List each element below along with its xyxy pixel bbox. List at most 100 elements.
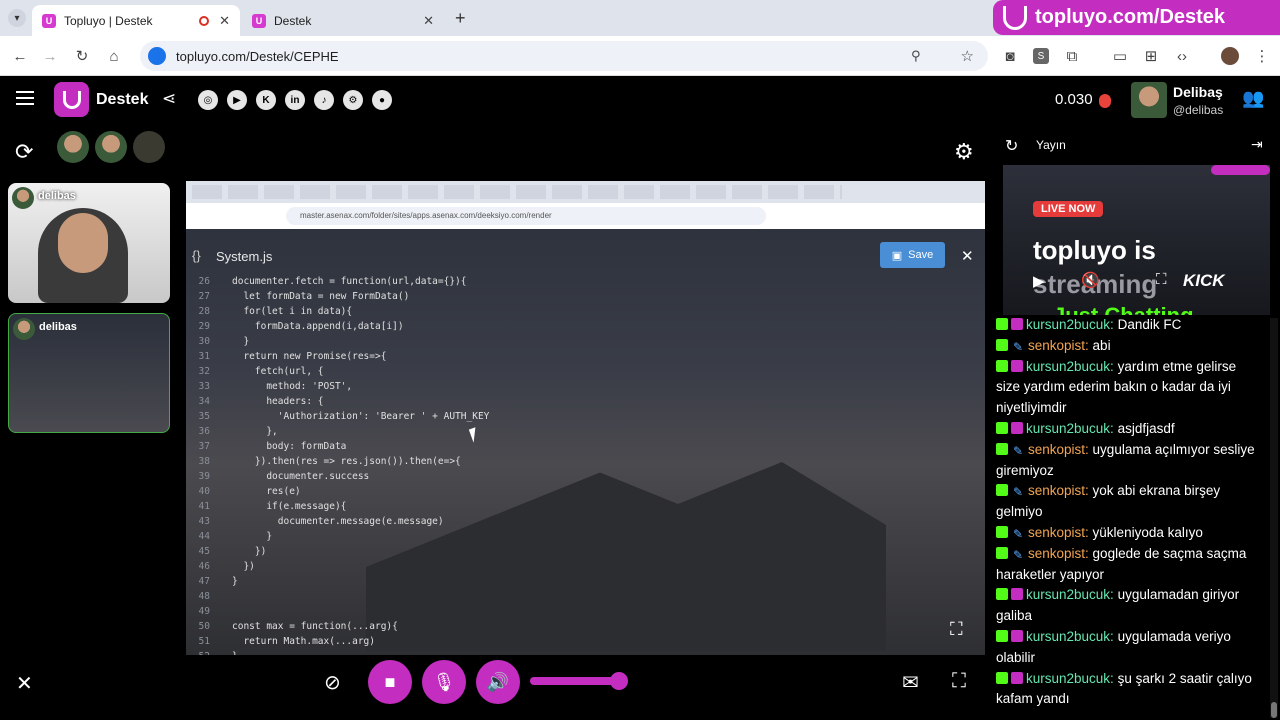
address-bar[interactable]: topluyo.com/Destek/CEPHE ⚲ ☆ xyxy=(140,41,988,71)
chat-message: kursun2bucuk: Dandik FC xyxy=(990,315,1270,336)
speaker-toggle-button[interactable]: 🔊 xyxy=(476,660,520,704)
code-line: method: 'POST', xyxy=(232,381,353,392)
site-info-icon[interactable] xyxy=(148,47,166,65)
devtools-icon[interactable]: ‹› xyxy=(1172,46,1192,66)
home-icon[interactable]: ⌂ xyxy=(104,46,124,66)
chat-username[interactable]: kursun2bucuk: xyxy=(1026,421,1114,436)
close-tab-icon[interactable]: ✕ xyxy=(423,13,434,29)
tab-title: Destek xyxy=(274,13,312,28)
screen-tab-strip xyxy=(192,185,842,199)
tab-groups-icon[interactable]: ⊞ xyxy=(1141,46,1161,66)
mute-icon[interactable]: 🔇 xyxy=(1081,271,1100,289)
tab-topluyo-destek[interactable]: U Topluyo | Destek ✕ xyxy=(32,5,240,36)
extensions-icon[interactable]: ⧉ xyxy=(1062,46,1082,66)
fullscreen-icon[interactable]: ⛶ xyxy=(950,619,963,640)
topluyo-favicon: U xyxy=(252,13,266,28)
close-editor-icon[interactable]: ✕ xyxy=(961,247,974,265)
participant-avatar[interactable] xyxy=(133,131,165,163)
settings-gear-icon[interactable]: ⚙ xyxy=(954,139,974,165)
leave-close-icon[interactable]: ✕ xyxy=(16,671,33,696)
mail-icon[interactable]: ✉ xyxy=(902,670,919,695)
tab-search-icon[interactable]: ▾ xyxy=(8,9,26,27)
code-line: documenter.message(e.message) xyxy=(232,516,444,527)
subscriber-badge-icon xyxy=(1011,629,1023,642)
github-icon[interactable]: ● xyxy=(372,90,392,110)
chat-username[interactable]: kursun2bucuk: xyxy=(1026,671,1114,686)
chat-username[interactable]: senkopist: xyxy=(1028,442,1089,457)
code-editor[interactable]: 26 documenter.fetch = function(url,data={… xyxy=(186,273,928,655)
chat-username[interactable]: kursun2bucuk: xyxy=(1026,359,1114,374)
chat-scrollbar[interactable] xyxy=(1270,318,1278,718)
camera-icon[interactable]: ◙ xyxy=(1000,46,1020,66)
video-camera-icon: ■ xyxy=(384,671,396,692)
chat-username[interactable]: kursun2bucuk: xyxy=(1026,317,1114,332)
scrollbar-thumb[interactable] xyxy=(1271,702,1277,718)
close-tab-icon[interactable]: ✕ xyxy=(219,13,230,29)
video-tile-screen[interactable]: delibas xyxy=(8,313,170,433)
menu-icon[interactable]: ⋮ xyxy=(1252,46,1272,66)
code-line: for(let i in data){ xyxy=(232,306,353,317)
participant-avatar[interactable] xyxy=(95,131,127,163)
line-number: 48 xyxy=(198,591,210,602)
zoom-icon[interactable]: ⚲ xyxy=(911,48,921,64)
stream-preview[interactable]: LIVE NOW topluyo is streaming Just Chatt… xyxy=(1003,165,1270,315)
code-line: } xyxy=(232,576,238,587)
forward-icon[interactable]: → xyxy=(40,46,60,66)
extension-s-icon[interactable]: S xyxy=(1031,46,1051,66)
line-number: 29 xyxy=(198,321,210,332)
tiktok-icon[interactable]: ♪ xyxy=(314,90,334,110)
line-number: 27 xyxy=(198,291,210,302)
bookmark-star-icon[interactable]: ☆ xyxy=(961,47,974,65)
panel-collapse-icon[interactable]: ⇥ xyxy=(1251,136,1263,153)
chat-username[interactable]: kursun2bucuk: xyxy=(1026,587,1114,602)
tile-avatar xyxy=(12,187,34,209)
chat-username[interactable]: kursun2bucuk: xyxy=(1026,629,1114,644)
refresh-icon[interactable]: ⟳ xyxy=(15,139,33,165)
screen-share-off-icon[interactable]: ⊘ xyxy=(324,670,341,695)
video-tile-camera[interactable]: delibas xyxy=(8,183,170,303)
chat-username[interactable]: senkopist: xyxy=(1028,546,1089,561)
reading-list-icon[interactable]: ▭ xyxy=(1110,46,1130,66)
chat-username[interactable]: senkopist: xyxy=(1028,338,1089,353)
chat-message: kursun2bucuk: asjdfjasdf xyxy=(990,419,1270,440)
reload-icon[interactable]: ↻ xyxy=(72,46,92,66)
line-number: 36 xyxy=(198,426,210,437)
new-tab-icon[interactable]: + xyxy=(455,8,466,29)
participant-avatar[interactable] xyxy=(57,131,89,163)
instagram-icon[interactable]: ◎ xyxy=(198,90,218,110)
preview-fullscreen-icon[interactable]: ⛶ xyxy=(1156,271,1167,288)
screen-browser-tabs xyxy=(186,181,985,203)
linkedin-icon[interactable]: in xyxy=(285,90,305,110)
steam-icon[interactable]: ⚙ xyxy=(343,90,363,110)
hamburger-menu-icon[interactable] xyxy=(16,91,34,105)
profile-avatar[interactable] xyxy=(1220,46,1240,66)
moderator-badge-icon: ✎ xyxy=(1012,339,1024,354)
youtube-icon[interactable]: ▶ xyxy=(227,90,247,110)
preview-banner xyxy=(1211,165,1270,175)
users-icon[interactable]: 👥 xyxy=(1242,88,1264,109)
shared-screen[interactable]: master.asenax.com/folder/sites/apps.asen… xyxy=(186,181,985,655)
code-line: return Math.max(...arg) xyxy=(232,636,375,647)
fullscreen-icon[interactable]: ⛶ xyxy=(952,670,966,693)
user-avatar[interactable] xyxy=(1131,82,1167,118)
chat-username[interactable]: senkopist: xyxy=(1028,483,1089,498)
chat-message: kursun2bucuk: uygulamada veriyo olabilir xyxy=(990,627,1270,669)
camera-toggle-button[interactable]: ■ xyxy=(368,660,412,704)
volume-knob[interactable] xyxy=(610,672,629,690)
volume-slider[interactable] xyxy=(530,672,629,690)
line-number: 46 xyxy=(198,561,210,572)
chat-message: kursun2bucuk: şu şarkı 2 saatir çalıyo k… xyxy=(990,669,1270,711)
microphone-toggle-button[interactable]: 🎙 xyxy=(422,660,466,704)
share-icon[interactable]: ⋖ xyxy=(162,89,176,109)
editor-filename: System.js xyxy=(216,249,273,264)
kick-icon[interactable]: K xyxy=(256,90,276,110)
save-label: Save xyxy=(908,249,934,261)
app-logo[interactable] xyxy=(54,82,89,117)
play-icon[interactable]: ▶ xyxy=(1033,272,1045,290)
tab-destek[interactable]: U Destek ✕ xyxy=(242,5,444,36)
back-icon[interactable]: ← xyxy=(10,46,30,66)
line-number: 32 xyxy=(198,366,210,377)
chat-username[interactable]: senkopist: xyxy=(1028,525,1089,540)
save-button[interactable]: ▣ Save xyxy=(880,242,945,268)
panel-refresh-icon[interactable]: ↻ xyxy=(1005,136,1018,156)
